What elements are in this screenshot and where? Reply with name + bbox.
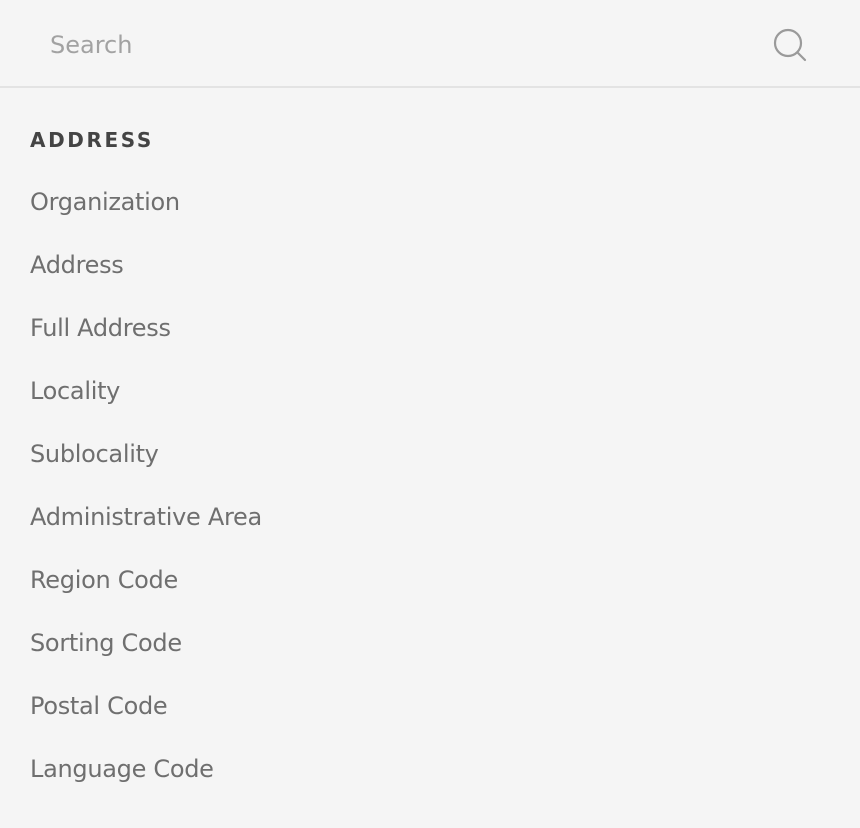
list-item-full-address[interactable]: Full Address [30, 310, 262, 373]
list-item-sublocality[interactable]: Sublocality [30, 436, 262, 499]
list-item-postal-code[interactable]: Postal Code [30, 688, 262, 751]
list-item-locality[interactable]: Locality [30, 373, 262, 436]
search-icon[interactable] [770, 26, 810, 66]
list-item-administrative-area[interactable]: Administrative Area [30, 499, 262, 562]
section-title: ADDRESS [30, 128, 154, 152]
search-bar [0, 0, 860, 88]
list-item-region-code[interactable]: Region Code [30, 562, 262, 625]
list-item-organization[interactable]: Organization [30, 184, 262, 247]
search-input[interactable] [50, 24, 730, 66]
list-item-address[interactable]: Address [30, 247, 262, 310]
list-item-language-code[interactable]: Language Code [30, 751, 262, 814]
list-item-sorting-code[interactable]: Sorting Code [30, 625, 262, 688]
field-list: Organization Address Full Address Locali… [30, 184, 262, 814]
